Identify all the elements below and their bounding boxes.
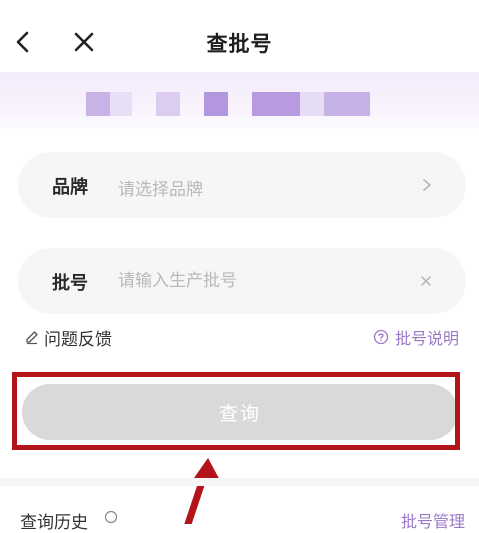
batch-explain-link[interactable]: 批号说明 bbox=[373, 326, 459, 348]
blur-block bbox=[156, 92, 180, 116]
batch-number-input[interactable] bbox=[118, 271, 378, 291]
blurred-banner-content bbox=[86, 92, 376, 116]
annotation-arrow-icon bbox=[184, 458, 222, 524]
blur-block bbox=[324, 92, 370, 116]
help-circle-icon bbox=[373, 329, 389, 345]
brand-placeholder[interactable]: 请选择品牌 bbox=[118, 175, 378, 200]
query-history-heading: 查询历史 bbox=[20, 513, 88, 533]
feedback-label: 问题反馈 bbox=[44, 329, 112, 350]
blur-block bbox=[86, 92, 110, 116]
clear-icon[interactable] bbox=[420, 275, 432, 287]
chevron-right-icon bbox=[423, 179, 431, 191]
brand-label: 品牌 bbox=[52, 177, 88, 198]
brand-select-field[interactable]: 品牌 请选择品牌 bbox=[18, 152, 466, 218]
blur-block bbox=[300, 92, 324, 116]
section-divider bbox=[0, 478, 479, 486]
blur-block bbox=[252, 92, 300, 116]
history-info-icon[interactable] bbox=[104, 510, 118, 524]
page-title: 查批号 bbox=[206, 32, 273, 56]
feedback-link[interactable]: 问题反馈 bbox=[24, 326, 112, 350]
batch-manage-link[interactable]: 批号管理 bbox=[401, 508, 465, 532]
batch-number-field[interactable]: 批号 bbox=[18, 248, 466, 314]
edit-pencil-icon bbox=[26, 331, 38, 345]
batch-label: 批号 bbox=[52, 273, 88, 294]
batch-explain-label: 批号说明 bbox=[394, 329, 459, 348]
blur-block bbox=[204, 92, 228, 116]
blur-block bbox=[110, 92, 132, 116]
annotation-highlight-box bbox=[12, 372, 460, 450]
top-navigation-bar: 查批号 bbox=[0, 0, 479, 72]
